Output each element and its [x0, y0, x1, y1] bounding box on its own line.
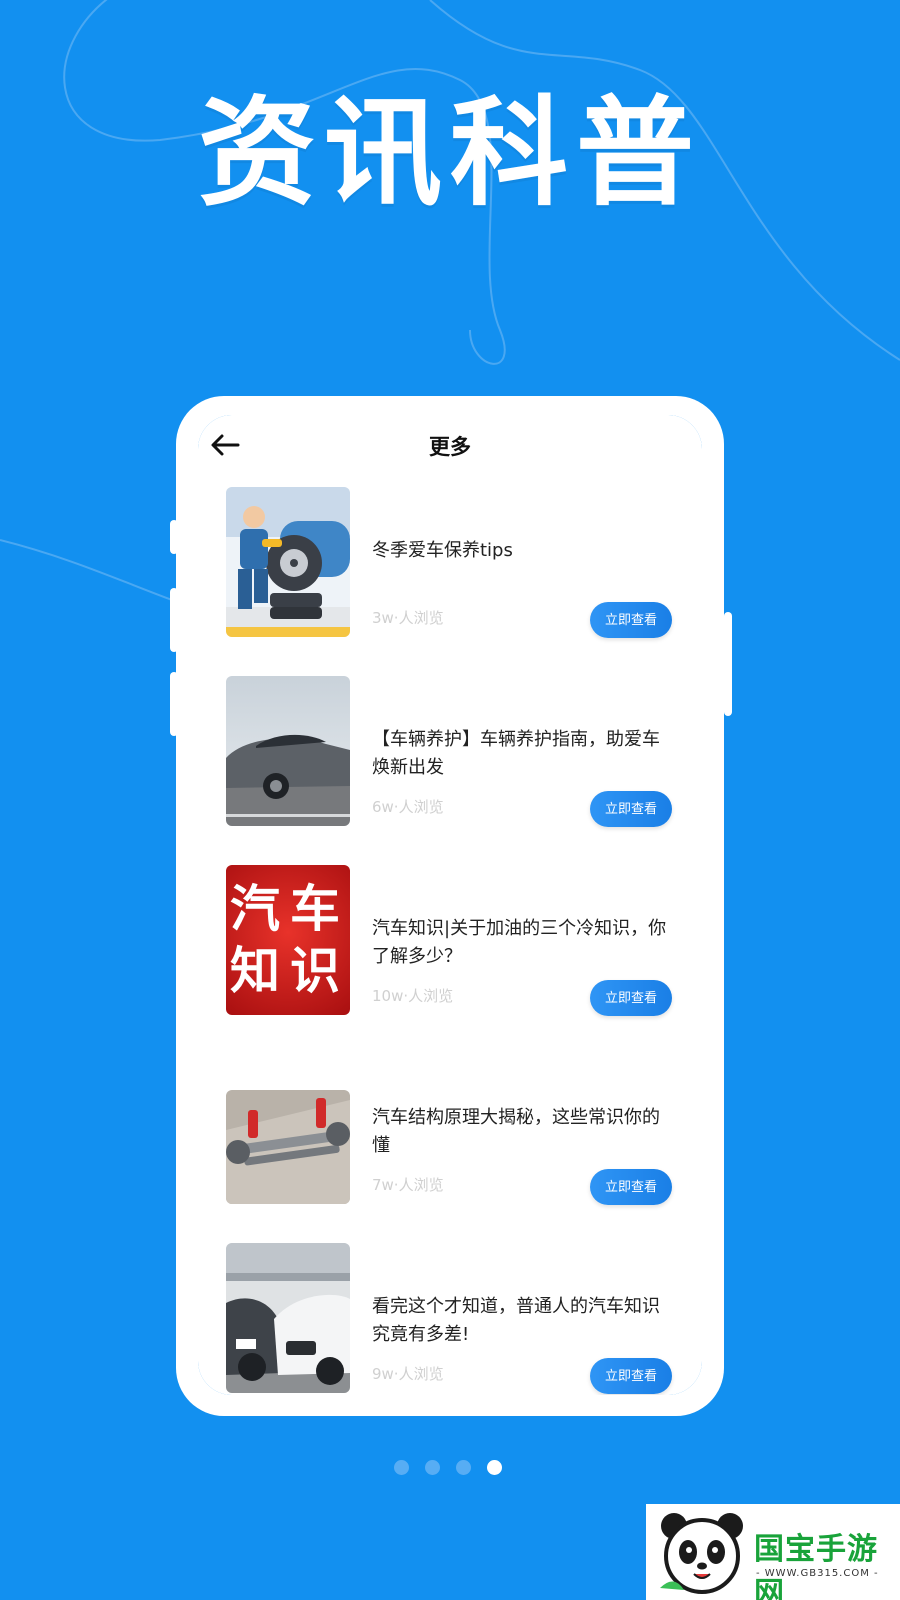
pagination-dot[interactable]	[456, 1460, 471, 1475]
view-now-button[interactable]: 立即查看	[590, 980, 672, 1016]
phone-side-button	[170, 520, 178, 554]
watermark-brand: 国宝手游网	[754, 1532, 878, 1600]
article-thumbnail: 汽 车 知 识	[226, 865, 350, 1015]
phone-side-button	[724, 612, 732, 716]
thumbnail-caption-char: 识	[290, 942, 340, 1000]
pagination-dot[interactable]	[394, 1460, 409, 1475]
list-item[interactable]: 汽 车 知 识 汽车知识|关于加油的三个冷知识，你了解多少？ 10w·人浏览 立…	[198, 865, 702, 1025]
article-title[interactable]: 【车辆养护】车辆养护指南，助爱车焕新出发	[372, 726, 672, 782]
list-item[interactable]: 【车辆养护】车辆养护指南，助爱车焕新出发 6w·人浏览 立即查看	[198, 676, 702, 836]
panda-logo-icon	[660, 1513, 743, 1594]
article-thumbnail	[226, 676, 350, 826]
article-thumbnail	[226, 1243, 350, 1393]
view-now-button[interactable]: 立即查看	[590, 1358, 672, 1394]
article-thumbnail	[226, 1090, 350, 1204]
view-now-button[interactable]: 立即查看	[590, 791, 672, 827]
article-title[interactable]: 汽车知识|关于加油的三个冷知识，你了解多少？	[372, 915, 672, 971]
phone-screen-area: 更多 冬季爱车保养tips 3w·人浏览 立即查看 【车辆养护】车辆养护指南，助…	[198, 415, 702, 1395]
thumbnail-caption-char: 车	[290, 880, 340, 938]
view-now-button[interactable]: 立即查看	[590, 1169, 672, 1205]
view-count: 9w·人浏览	[372, 1365, 444, 1383]
pagination-dots	[394, 1460, 506, 1476]
nav-bar: 更多	[198, 415, 702, 475]
list-item[interactable]: 看完这个才知道，普通人的汽车知识究竟有多差! 9w·人浏览 立即查看	[198, 1243, 702, 1395]
list-item[interactable]: 冬季爱车保养tips 3w·人浏览 立即查看	[198, 487, 702, 647]
app-screen: 更多 冬季爱车保养tips 3w·人浏览 立即查看 【车辆养护】车辆养护指南，助…	[198, 415, 702, 1395]
pagination-dot-active[interactable]	[487, 1460, 502, 1475]
view-count: 10w·人浏览	[372, 987, 454, 1005]
view-count: 7w·人浏览	[372, 1176, 444, 1194]
banner-title: 资讯科普	[197, 84, 702, 222]
pagination-dot[interactable]	[425, 1460, 440, 1475]
article-title[interactable]: 汽车结构原理大揭秘，这些常识你的懂	[372, 1104, 672, 1160]
view-now-button[interactable]: 立即查看	[590, 602, 672, 638]
thumbnail-caption-char: 知	[230, 942, 280, 1000]
watermark-url: - WWW.GB315.COM -	[756, 1568, 879, 1579]
article-title[interactable]: 看完这个才知道，普通人的汽车知识究竟有多差!	[372, 1293, 672, 1349]
site-watermark: 国宝手游网 - WWW.GB315.COM -	[646, 1504, 900, 1600]
list-item[interactable]: 汽车结构原理大揭秘，这些常识你的懂 7w·人浏览 立即查看	[198, 1054, 702, 1214]
article-thumbnail	[226, 487, 350, 637]
thumbnail-caption-char: 汽	[230, 880, 280, 938]
view-count: 6w·人浏览	[372, 798, 444, 816]
phone-side-button	[170, 672, 178, 736]
article-title[interactable]: 冬季爱车保养tips	[372, 537, 672, 565]
page-title: 更多	[429, 435, 471, 459]
phone-side-button	[170, 588, 178, 652]
view-count: 3w·人浏览	[372, 609, 444, 627]
